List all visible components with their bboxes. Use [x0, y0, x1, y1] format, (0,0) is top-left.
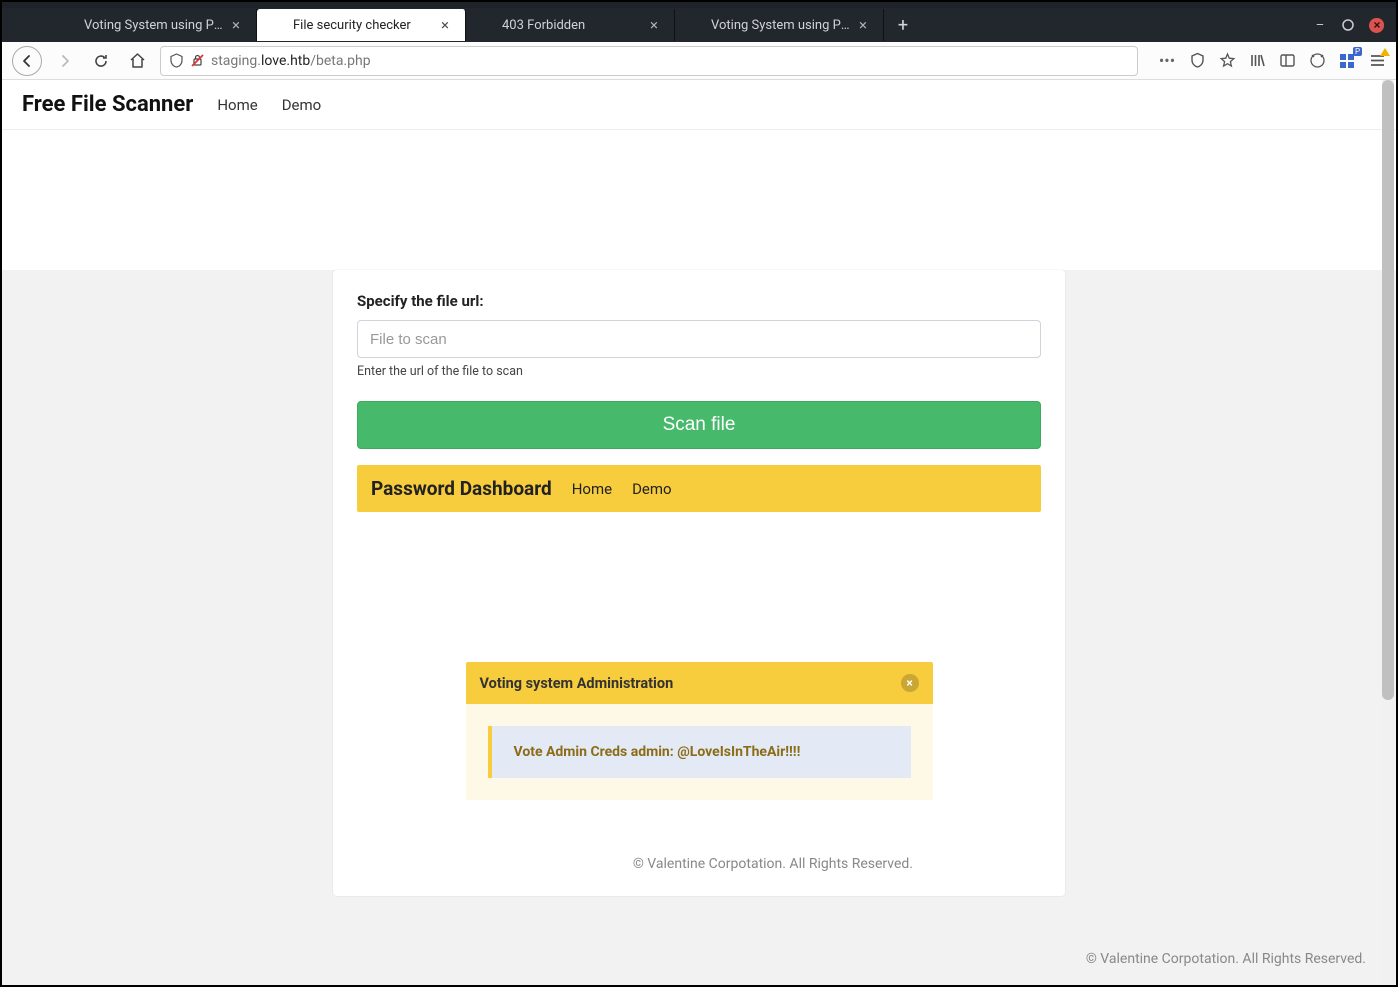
- favicon-placeholder: [478, 17, 494, 33]
- tab-label: Voting System using PHP: [711, 18, 855, 33]
- nav-link-home[interactable]: Home: [217, 96, 257, 114]
- page-body: Specify the file url: Enter the url of t…: [2, 270, 1396, 985]
- file-url-input[interactable]: [357, 320, 1041, 358]
- warning-badge-icon: [1380, 48, 1390, 56]
- bookmark-star-icon[interactable]: [1218, 52, 1236, 70]
- foxyproxy-icon[interactable]: [1308, 52, 1326, 70]
- page-viewport: Free File Scanner Home Demo Specify the …: [2, 80, 1396, 985]
- password-dashboard-title: Password Dashboard: [371, 477, 552, 500]
- window-controls: –: [1313, 18, 1396, 33]
- tab-label: Voting System using PHP: [84, 18, 228, 33]
- input-label: Specify the file url:: [357, 292, 1041, 310]
- back-button[interactable]: [12, 46, 42, 76]
- close-icon[interactable]: ×: [855, 17, 871, 33]
- browser-window: Voting System using PHP × File security …: [0, 0, 1398, 987]
- close-icon[interactable]: ×: [437, 17, 453, 33]
- alert-header: Voting system Administration ×: [466, 662, 933, 704]
- favicon-placeholder: [269, 17, 285, 33]
- admin-alert: Voting system Administration × Vote Admi…: [466, 662, 933, 800]
- more-icon[interactable]: •••: [1158, 52, 1176, 70]
- extension-grid-icon[interactable]: P: [1338, 52, 1356, 70]
- info-icon[interactable]: [169, 53, 184, 68]
- address-bar[interactable]: staging.love.htb/beta.php: [160, 46, 1138, 76]
- badge: P: [1353, 47, 1362, 56]
- scan-file-button[interactable]: Scan file: [357, 401, 1041, 449]
- tab-file-security-checker[interactable]: File security checker ×: [257, 9, 466, 41]
- close-icon[interactable]: ×: [228, 17, 244, 33]
- forward-button[interactable]: [52, 48, 78, 74]
- nav-link-demo[interactable]: Demo: [282, 96, 322, 114]
- page-top-nav: Free File Scanner Home Demo: [2, 80, 1396, 130]
- favicon-placeholder: [687, 17, 703, 33]
- input-hint: Enter the url of the file to scan: [357, 364, 1041, 379]
- card-footer-text: © Valentine Corpotation. All Rights Rese…: [357, 856, 1041, 872]
- toolbar-right-icons: ••• P: [1148, 52, 1386, 70]
- tab-403-forbidden[interactable]: 403 Forbidden ×: [466, 9, 675, 41]
- alert-body: Vote Admin Creds admin: @LoveIsInTheAir!…: [466, 704, 933, 800]
- scanner-card: Specify the file url: Enter the url of t…: [333, 270, 1065, 896]
- insecure-connection-icon[interactable]: [190, 53, 205, 68]
- url-text: staging.love.htb/beta.php: [211, 53, 371, 69]
- pdash-link-home[interactable]: Home: [572, 480, 612, 498]
- tab-voting-system-1[interactable]: Voting System using PHP ×: [48, 9, 257, 41]
- tab-label: 403 Forbidden: [502, 18, 646, 33]
- favicon-placeholder: [60, 17, 76, 33]
- alert-message: Vote Admin Creds admin: @LoveIsInTheAir!…: [488, 726, 911, 778]
- tab-voting-system-2[interactable]: Voting System using PHP ×: [675, 9, 884, 41]
- maximize-button[interactable]: [1341, 18, 1355, 32]
- hamburger-menu-icon[interactable]: [1368, 52, 1386, 70]
- home-button[interactable]: [124, 48, 150, 74]
- close-window-button[interactable]: [1369, 18, 1384, 33]
- brand-title: Free File Scanner: [22, 92, 193, 117]
- password-dashboard-bar: Password Dashboard Home Demo: [357, 465, 1041, 512]
- new-tab-button[interactable]: +: [888, 10, 918, 40]
- sidebar-icon[interactable]: [1278, 52, 1296, 70]
- library-icon[interactable]: [1248, 52, 1266, 70]
- scrollbar[interactable]: [1382, 80, 1394, 985]
- tab-label: File security checker: [293, 18, 437, 33]
- minimize-button[interactable]: –: [1313, 18, 1327, 32]
- reload-button[interactable]: [88, 48, 114, 74]
- tab-strip: Voting System using PHP × File security …: [2, 8, 1396, 42]
- alert-close-icon[interactable]: ×: [901, 674, 919, 692]
- alert-title: Voting system Administration: [480, 675, 674, 692]
- scrollbar-thumb[interactable]: [1382, 80, 1394, 700]
- page-footer-text: © Valentine Corpotation. All Rights Rese…: [1086, 951, 1366, 967]
- close-icon[interactable]: ×: [646, 17, 662, 33]
- pdash-link-demo[interactable]: Demo: [632, 480, 672, 498]
- tracking-protection-icon[interactable]: [1188, 52, 1206, 70]
- nav-toolbar: staging.love.htb/beta.php ••• P: [2, 42, 1396, 80]
